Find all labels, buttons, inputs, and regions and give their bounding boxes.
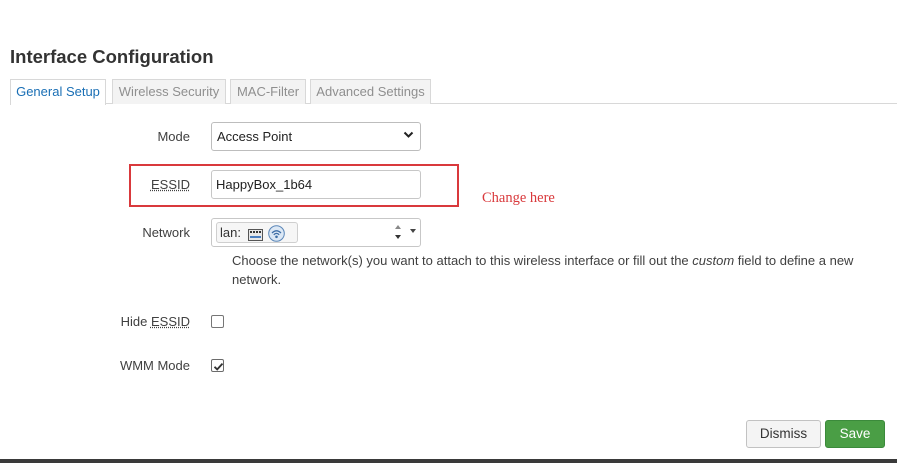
section-title: Interface Configuration xyxy=(10,46,214,67)
switch-icon xyxy=(248,227,263,241)
mode-select[interactable]: Access Point xyxy=(211,122,421,151)
wifi-icon xyxy=(268,225,285,242)
spinner-arrows-icon[interactable] xyxy=(392,221,404,245)
wmm-mode-checkbox[interactable] xyxy=(211,359,224,372)
hide-essid-abbr: ESSID xyxy=(150,314,190,329)
hide-essid-checkbox[interactable] xyxy=(211,315,224,328)
interface-configuration-page: Interface Configuration General Setup Wi… xyxy=(0,0,897,463)
help-text-custom: custom xyxy=(692,253,735,268)
cut-off-text-above xyxy=(0,0,897,5)
tab-mac-filter[interactable]: MAC-Filter xyxy=(230,79,306,104)
tab-advanced-settings[interactable]: Advanced Settings xyxy=(310,79,431,104)
tab-bar: General Setup Wireless Security MAC-Filt… xyxy=(10,79,897,105)
network-help-text: Choose the network(s) you want to attach… xyxy=(232,251,872,289)
bottom-border xyxy=(0,459,897,463)
mode-select-value: Access Point xyxy=(217,129,293,144)
tab-general-setup[interactable]: General Setup xyxy=(10,79,106,105)
save-button[interactable]: Save xyxy=(825,420,885,448)
mode-label: Mode xyxy=(157,129,190,144)
network-chip-label: lan: xyxy=(220,225,241,240)
wmm-mode-label: WMM Mode xyxy=(119,358,190,373)
hide-essid-label-prefix: Hide xyxy=(120,314,151,329)
help-text-part-1: Choose the network(s) you want to attach… xyxy=(232,253,693,268)
essid-input[interactable] xyxy=(211,170,421,199)
caret-down-icon[interactable] xyxy=(410,227,416,236)
annotation-change-here: Change here xyxy=(482,190,555,206)
chevron-down-icon xyxy=(403,129,414,145)
hide-essid-label: Hide ESSID xyxy=(70,314,190,329)
dismiss-button[interactable]: Dismiss xyxy=(746,420,821,448)
tab-wireless-security[interactable]: Wireless Security xyxy=(112,79,226,104)
network-label: Network xyxy=(142,225,190,240)
network-select[interactable]: lan: xyxy=(211,218,421,247)
network-chip-lan[interactable]: lan: xyxy=(216,222,298,243)
checkmark-icon xyxy=(213,362,224,371)
essid-abbr: ESSID xyxy=(150,177,190,192)
essid-label: ESSID xyxy=(70,177,190,192)
